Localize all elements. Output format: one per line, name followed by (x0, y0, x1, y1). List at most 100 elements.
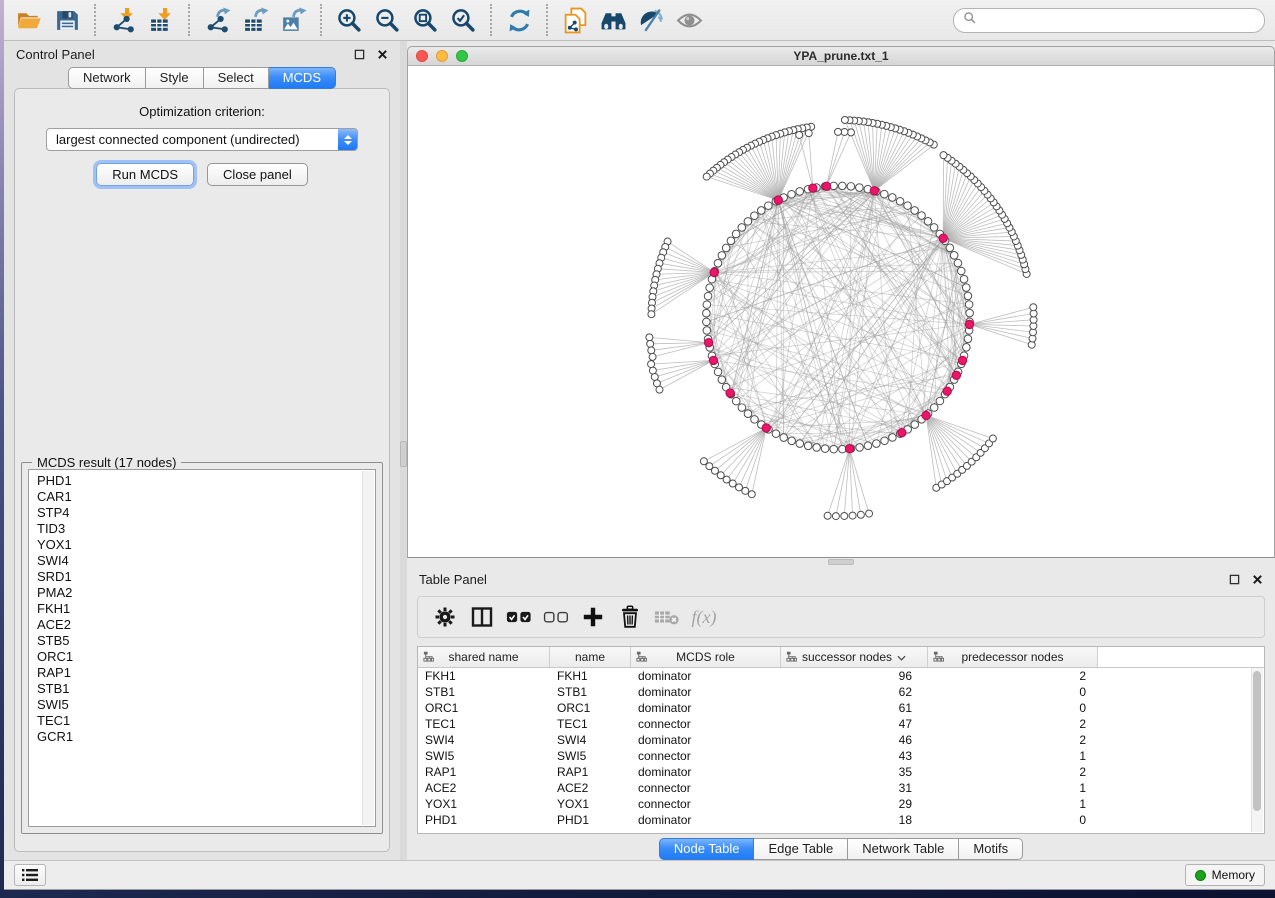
search-box[interactable] (953, 8, 1265, 33)
column-type-icon (423, 651, 434, 665)
table-row[interactable]: TEC1TEC1connector472 (418, 716, 1264, 732)
table-row[interactable]: RAP1RAP1dominator352 (418, 764, 1264, 780)
zoom-out-icon[interactable] (372, 5, 402, 35)
open-file-icon[interactable] (14, 5, 44, 35)
toolbar-separator (490, 4, 492, 36)
import-network-icon[interactable] (108, 5, 138, 35)
float-table-panel-icon[interactable] (1229, 574, 1240, 585)
gear-icon[interactable] (432, 604, 458, 630)
mcds-result-item[interactable]: YOX1 (37, 537, 355, 553)
close-panel-button[interactable]: Close panel (207, 163, 308, 186)
mcds-result-list[interactable]: PHD1CAR1STP4TID3YOX1SWI4SRD1PMA2FKH1ACE2… (28, 469, 376, 827)
select-all-icon[interactable] (506, 604, 532, 630)
table-row[interactable]: ORC1ORC1dominator610 (418, 700, 1264, 716)
column-header-MCDS-role[interactable]: MCDS role (631, 647, 781, 667)
close-table-panel-icon[interactable] (1252, 574, 1263, 585)
mcds-result-item[interactable]: ACE2 (37, 617, 355, 633)
tab-select[interactable]: Select (204, 67, 269, 89)
column-header-name[interactable]: name (550, 647, 631, 667)
criterion-dropdown[interactable]: largest connected component (undirected) (46, 128, 358, 151)
table-row[interactable]: FKH1FKH1dominator962 (418, 668, 1264, 684)
horizontal-splitter-handle[interactable] (828, 559, 854, 565)
tab-style[interactable]: Style (146, 67, 204, 89)
mcds-result-item[interactable]: TEC1 (37, 713, 355, 729)
zoom-selected-icon[interactable] (448, 5, 478, 35)
zoom-fit-icon[interactable] (410, 5, 440, 35)
mcds-result-item[interactable]: STB1 (37, 681, 355, 697)
column-header-successor-nodes[interactable]: successor nodes (781, 647, 928, 667)
cell-name: SWI5 (550, 749, 631, 763)
cell-shared-name: SWI4 (418, 733, 550, 747)
cell-MCDS-role: dominator (631, 813, 781, 827)
table-row[interactable]: YOX1YOX1connector291 (418, 796, 1264, 812)
table-row[interactable]: SWI5SWI5connector431 (418, 748, 1264, 764)
run-mcds-button[interactable]: Run MCDS (96, 163, 194, 186)
hide-details-icon[interactable] (636, 5, 666, 35)
mcds-result-item[interactable]: PMA2 (37, 585, 355, 601)
tab-node-table[interactable]: Node Table (659, 838, 755, 860)
clone-network-icon[interactable] (560, 5, 590, 35)
cell-predecessor-nodes: 0 (928, 685, 1098, 699)
table-scrollbar[interactable] (1251, 668, 1263, 832)
export-network-icon[interactable] (202, 5, 232, 35)
mcds-result-item[interactable]: SWI4 (37, 553, 355, 569)
cell-successor-nodes: 35 (781, 765, 928, 779)
network-window-title: YPA_prune.txt_1 (408, 49, 1274, 63)
cell-successor-nodes: 18 (781, 813, 928, 827)
tab-motifs[interactable]: Motifs (959, 838, 1023, 860)
add-row-icon[interactable] (580, 604, 606, 630)
mcds-result-item[interactable]: SRD1 (37, 569, 355, 585)
cell-shared-name: STB1 (418, 685, 550, 699)
horizontal-splitter[interactable] (407, 558, 1275, 566)
zoom-in-icon[interactable] (334, 5, 364, 35)
search-input[interactable] (983, 12, 1255, 28)
mcds-result-item[interactable]: TID3 (37, 521, 355, 537)
table-scrollbar-thumb[interactable] (1253, 671, 1261, 811)
cell-successor-nodes: 47 (781, 717, 928, 731)
mcds-result-item[interactable]: SWI5 (37, 697, 355, 713)
mcds-result-scrollbar[interactable] (362, 471, 374, 825)
save-session-icon[interactable] (52, 5, 82, 35)
mcds-result-item[interactable]: PHD1 (37, 473, 355, 489)
tab-mcds[interactable]: MCDS (269, 67, 336, 89)
network-window-titlebar[interactable]: YPA_prune.txt_1 (408, 47, 1274, 66)
vertical-splitter-handle[interactable] (400, 441, 407, 467)
float-panel-icon[interactable] (354, 49, 365, 60)
cell-MCDS-role: connector (631, 717, 781, 731)
mcds-result-item[interactable]: RAP1 (37, 665, 355, 681)
mcds-result-item[interactable]: FKH1 (37, 601, 355, 617)
toolbar-separator (188, 4, 190, 36)
fx-icon: f(x) (691, 604, 717, 630)
first-neighbors-icon[interactable] (598, 5, 628, 35)
mcds-result-item[interactable]: STB5 (37, 633, 355, 649)
import-table-icon[interactable] (146, 5, 176, 35)
tab-network[interactable]: Network (68, 67, 146, 89)
unselect-all-icon[interactable] (543, 604, 569, 630)
cell-MCDS-role: dominator (631, 765, 781, 779)
network-canvas[interactable] (408, 66, 1274, 557)
mcds-result-item[interactable]: STP4 (37, 505, 355, 521)
table-row[interactable]: SWI4SWI4dominator462 (418, 732, 1264, 748)
mcds-result-item[interactable]: ORC1 (37, 649, 355, 665)
mcds-result-title: MCDS result (17 nodes) (32, 455, 181, 470)
delete-row-icon[interactable] (617, 604, 643, 630)
tab-edge-table[interactable]: Edge Table (754, 838, 848, 860)
close-panel-icon[interactable] (377, 49, 388, 60)
cell-MCDS-role: dominator (631, 701, 781, 715)
table-row[interactable]: ACE2ACE2connector311 (418, 780, 1264, 796)
columns-icon[interactable] (469, 604, 495, 630)
vertical-splitter[interactable] (400, 41, 407, 860)
export-table-icon[interactable] (240, 5, 270, 35)
export-image-icon[interactable] (278, 5, 308, 35)
mcds-result-item[interactable]: CAR1 (37, 489, 355, 505)
refresh-icon[interactable] (504, 5, 534, 35)
tab-network-table[interactable]: Network Table (848, 838, 959, 860)
table-row[interactable]: STB1STB1dominator620 (418, 684, 1264, 700)
table-row[interactable]: PHD1PHD1dominator180 (418, 812, 1264, 828)
column-header-shared-name[interactable]: shared name (418, 647, 550, 667)
mcds-result-item[interactable]: GCR1 (37, 729, 355, 745)
column-header-predecessor-nodes[interactable]: predecessor nodes (928, 647, 1098, 667)
memory-button[interactable]: Memory (1185, 864, 1265, 886)
column-label: shared name (448, 650, 518, 664)
task-history-button[interactable] (14, 864, 46, 886)
